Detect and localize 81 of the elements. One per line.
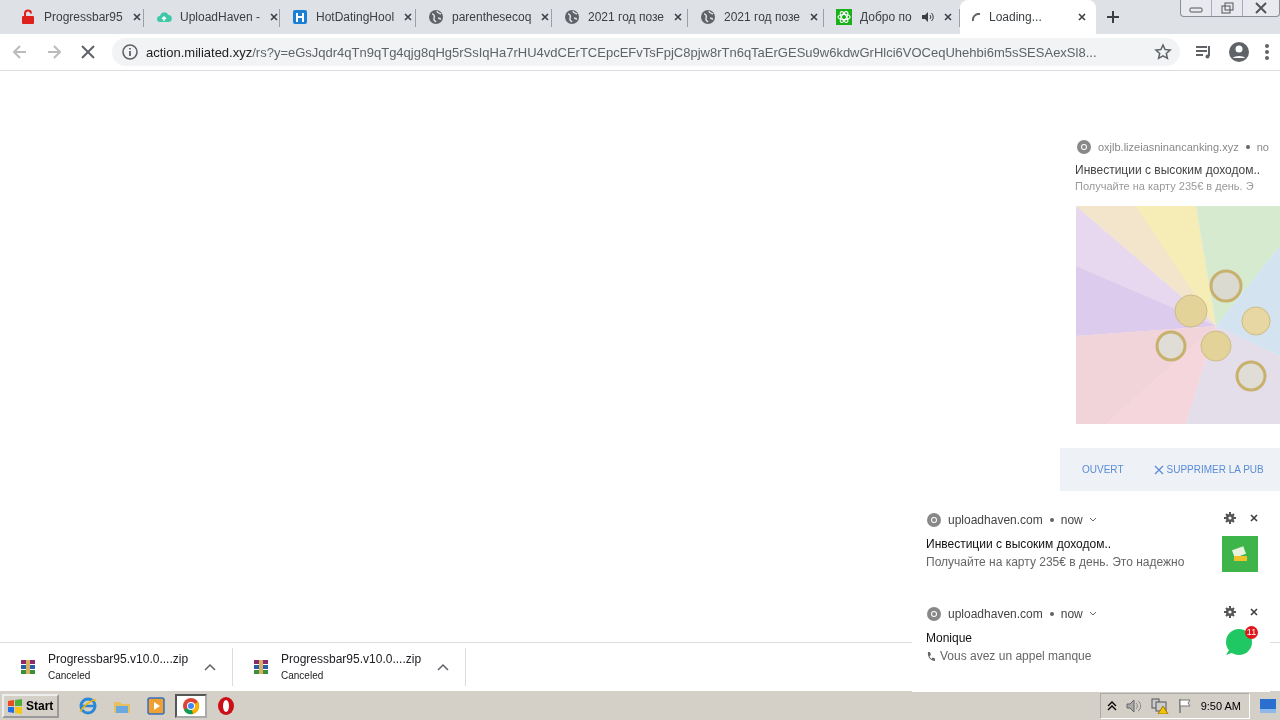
notification-badge: 11 (1245, 626, 1258, 639)
star-icon[interactable] (1154, 43, 1172, 61)
show-desktop-icon[interactable] (1260, 698, 1276, 713)
archive-icon (253, 658, 269, 675)
speaker-icon[interactable] (1124, 697, 1143, 714)
close-icon[interactable] (807, 11, 820, 23)
loading-icon (972, 12, 981, 22)
bullet-icon (1048, 517, 1055, 523)
site-icon (926, 512, 942, 528)
notification-time: now (1060, 607, 1083, 621)
phone-icon (926, 650, 935, 662)
notification-title: Инвестиции с высоким доходом.. (926, 537, 1112, 551)
globe-icon (700, 9, 716, 25)
close-icon[interactable] (671, 11, 684, 23)
info-icon (122, 44, 138, 60)
notification-text: Получайте на карту 235€ в день. Это надежно (926, 555, 1185, 569)
browser-tab[interactable]: Loading... (960, 0, 1096, 34)
network-warning-icon[interactable] (1150, 697, 1169, 714)
close-icon[interactable] (268, 11, 281, 23)
browser-tab[interactable]: 2021 год позе (688, 0, 824, 34)
download-status: Canceled (48, 670, 92, 681)
bullet-icon (1048, 611, 1055, 617)
start-button[interactable]: Start (2, 693, 60, 718)
site-icon (926, 606, 942, 622)
browser-tab[interactable]: Добро по (824, 0, 960, 34)
cloud-icon (156, 9, 172, 25)
close-icon[interactable] (1076, 11, 1088, 23)
lock-icon (20, 9, 36, 25)
caret-icon[interactable] (204, 662, 216, 671)
menu-icon[interactable] (1264, 43, 1270, 61)
download-name: Progressbar95.v10.0....zip (281, 652, 423, 666)
browser-tab[interactable]: 2021 год позе (552, 0, 688, 34)
ad-site: oxjlb.lizeiasninancanking.xyz (1098, 141, 1239, 153)
ie-icon (78, 695, 99, 716)
download-item[interactable]: Progressbar95.v10.0....zip Canceled (0, 647, 233, 686)
show-hidden-icon[interactable] (1106, 699, 1117, 712)
close-icon[interactable] (941, 11, 954, 23)
profile-icon[interactable] (1228, 41, 1250, 63)
notification-text: Vous avez un appel manque (940, 649, 1092, 663)
caret-icon[interactable] (437, 662, 449, 671)
globe-icon (564, 9, 580, 25)
media-player-icon (146, 695, 167, 716)
site-icon (1076, 139, 1092, 155)
windows-flag-icon (6, 697, 24, 714)
settings-icon[interactable] (1224, 606, 1236, 618)
address-bar[interactable]: action.miliated.xyz/rs?y=eGsJqdr4qTn9qTg4qjg8qHg5rSsIqHa7rHU4vdCErTCEpcEFvTsFpjC8pjw8rTn6qTaErGESu9w6kdwGrHlci6VOCeqUhehbi6m5sSESAexSl8... (112, 38, 1180, 66)
chevron-icon[interactable] (1088, 611, 1097, 617)
browser-tab[interactable]: UploadHaven - (144, 0, 280, 34)
globe-icon (428, 9, 444, 25)
ad-title: Инвестиции с высоким доходом.. (1074, 162, 1262, 177)
chrome-icon (181, 695, 202, 716)
notification-site: uploadhaven.com (948, 607, 1043, 621)
close-icon[interactable] (402, 11, 415, 23)
flag-icon[interactable] (1176, 697, 1193, 714)
bullet-icon (1244, 144, 1251, 150)
chat-icon (1224, 626, 1254, 656)
browser-tab[interactable]: Progressbar95 (8, 0, 144, 34)
ad-time: no (1256, 141, 1269, 153)
download-status: Canceled (281, 670, 325, 681)
taskbar-app[interactable] (175, 693, 208, 718)
ad-text: Получайте на карту 235€ в день. Э (1074, 179, 1255, 192)
notification-title: Monique (926, 631, 973, 645)
close-icon[interactable] (539, 11, 552, 23)
download-item[interactable]: Progressbar95.v10.0....zip Canceled (233, 647, 466, 686)
settings-icon[interactable] (1224, 512, 1236, 524)
close-icon (1153, 464, 1164, 475)
browser-tab[interactable]: HotDatingHool (280, 0, 416, 34)
clock: 9:50 AM (1200, 699, 1241, 712)
browser-tab[interactable]: parenthesecoq (416, 0, 552, 34)
notification-time: now (1060, 513, 1083, 527)
chevron-icon[interactable] (1088, 517, 1097, 523)
close-icon[interactable] (1248, 606, 1260, 618)
close-icon[interactable] (1248, 512, 1260, 524)
atom-icon (836, 9, 852, 25)
opera-icon (216, 695, 237, 716)
new-tab-icon[interactable] (1106, 10, 1120, 24)
archive-icon (20, 658, 36, 675)
close-icon[interactable] (130, 11, 143, 23)
notification-site: uploadhaven.com (948, 513, 1043, 527)
chart-thumbnail-icon (1222, 536, 1258, 572)
download-name: Progressbar95.v10.0....zip (48, 652, 190, 666)
